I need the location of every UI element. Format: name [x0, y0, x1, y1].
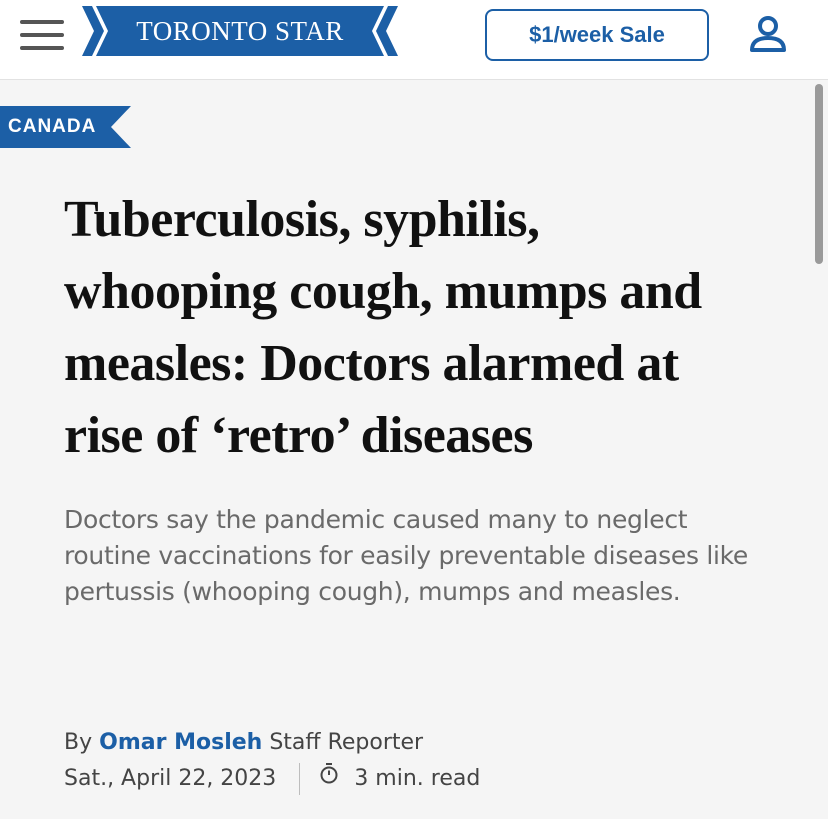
category-tag[interactable]: CANADA [0, 106, 131, 148]
site-header: TORONTO STAR $1/week Sale [0, 0, 828, 80]
user-account-icon[interactable] [748, 14, 788, 54]
stopwatch-icon [319, 761, 339, 795]
category-label: CANADA [8, 116, 97, 137]
article-headline: Tuberculosis, syphilis, whooping cough, … [64, 191, 702, 464]
article-meta: Sat., April 22, 2023 3 min. read [64, 762, 480, 796]
read-time: 3 min. read [354, 766, 481, 791]
page-scrollbar[interactable] [815, 84, 823, 264]
author-link[interactable]: Omar Mosleh [99, 730, 262, 755]
author-role: Staff Reporter [269, 730, 424, 755]
meta-divider [299, 763, 301, 795]
byline-prefix: By [64, 730, 93, 755]
logo-text: TORONTO STAR [136, 16, 344, 46]
byline: By Omar Mosleh Staff Reporter [64, 726, 423, 760]
article-summary: Doctors say the pandemic caused many to … [64, 505, 748, 606]
hamburger-menu-icon[interactable] [20, 18, 64, 52]
publish-date: Sat., April 22, 2023 [64, 766, 277, 791]
subscribe-sale-button[interactable]: $1/week Sale [485, 9, 709, 61]
toronto-star-logo[interactable]: TORONTO STAR [82, 6, 398, 56]
